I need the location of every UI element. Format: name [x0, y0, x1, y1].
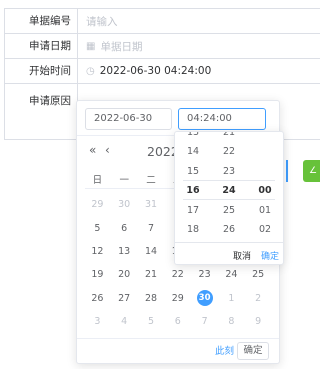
calendar-day[interactable]: 30: [111, 199, 138, 210]
apply-date-label: 申请日期: [4, 34, 78, 58]
doc-no-input[interactable]: 请输入: [78, 9, 320, 33]
calendar-day[interactable]: 8: [218, 316, 245, 327]
calendar-week: 19 20 21 22 23 24 25: [84, 263, 272, 286]
calendar-day[interactable]: 29: [84, 199, 111, 210]
calendar-day[interactable]: 14: [138, 246, 165, 257]
second-item[interactable]: [247, 132, 283, 142]
weekday: 日: [92, 175, 103, 186]
calendar-day[interactable]: 28: [138, 293, 165, 304]
picker-date-input[interactable]: 2022-06-30: [85, 108, 172, 130]
now-link[interactable]: 此刻: [215, 343, 234, 357]
minute-item-selected[interactable]: 24: [211, 181, 247, 200]
minute-item[interactable]: 23: [211, 162, 247, 181]
calendar-day[interactable]: 12: [84, 246, 111, 257]
hour-item[interactable]: 15: [175, 162, 211, 181]
picker-ok-button[interactable]: 确定: [237, 342, 269, 360]
calendar-day[interactable]: 5: [138, 316, 165, 327]
minute-item[interactable]: 25: [211, 201, 247, 220]
hour-column[interactable]: 13 14 15 16 17 18: [175, 132, 211, 235]
calendar-day[interactable]: 19: [84, 269, 111, 280]
calendar-day[interactable]: 20: [111, 269, 138, 280]
minute-item[interactable]: 22: [211, 142, 247, 161]
prev-month-icon[interactable]: ‹: [105, 143, 110, 157]
calendar-day[interactable]: 7: [138, 223, 165, 234]
calendar-day[interactable]: 3: [84, 316, 111, 327]
hour-item[interactable]: 17: [175, 201, 211, 220]
calendar-day[interactable]: 9: [245, 316, 272, 327]
spinner-selection-bottom: [183, 199, 275, 200]
spinner-footer-divider: [175, 242, 283, 243]
edit-icon: ∠: [308, 166, 318, 176]
form-row-doc-no: 单据编号 请输入: [4, 9, 320, 34]
hour-item[interactable]: 18: [175, 220, 211, 239]
calendar-week: 3 4 5 6 7 8 9: [84, 310, 272, 333]
second-item[interactable]: [247, 162, 283, 181]
second-item[interactable]: [247, 142, 283, 161]
start-time-input[interactable]: ◷ 2022-06-30 04:24:00: [78, 59, 320, 83]
calendar-day[interactable]: 1: [218, 293, 245, 304]
hour-item-selected[interactable]: 16: [175, 181, 211, 200]
start-time-label: 开始时间: [4, 59, 78, 83]
minute-column[interactable]: 21 22 23 24 25 26: [211, 132, 247, 235]
picker-time-input[interactable]: 04:24:00: [178, 108, 266, 130]
spinner-selection-top: [183, 180, 275, 181]
calendar-day[interactable]: 5: [84, 223, 111, 234]
doc-no-placeholder: 请输入: [86, 15, 118, 28]
calendar-day[interactable]: 6: [164, 316, 191, 327]
second-column[interactable]: 00 01 02: [247, 132, 283, 235]
minute-item[interactable]: 26: [211, 220, 247, 239]
picker-head-inputs: 2022-06-30 04:24:00: [85, 108, 271, 130]
picker-footer-divider: [77, 338, 279, 339]
form-row-apply-date: 申请日期 ▦ 单据日期: [4, 34, 320, 59]
calendar-day[interactable]: 26: [84, 293, 111, 304]
second-item[interactable]: 02: [247, 220, 283, 239]
calendar-week: 26 27 28 29 30 1 2: [84, 287, 272, 310]
prev-year-icon[interactable]: «: [89, 143, 96, 157]
calendar-day[interactable]: 13: [111, 246, 138, 257]
start-time-value: 2022-06-30 04:24:00: [99, 65, 212, 77]
calendar-day[interactable]: 29: [164, 293, 191, 304]
reason-label: 申请原因: [4, 84, 78, 139]
apply-date-input[interactable]: ▦ 单据日期: [78, 34, 320, 58]
clock-icon: ◷: [86, 65, 95, 77]
calendar-day[interactable]: 4: [111, 316, 138, 327]
form-row-start-time: 开始时间 ◷ 2022-06-30 04:24:00: [4, 59, 320, 84]
calendar-day-selected[interactable]: 30: [191, 290, 218, 307]
weekday: 二: [146, 175, 156, 186]
time-spinner-columns: 13 14 15 16 17 18 21 22 23 24 25 26 00 0…: [175, 132, 283, 242]
weekday: 一: [119, 175, 129, 186]
spinner-confirm-button[interactable]: 确定: [261, 249, 279, 262]
hour-item[interactable]: 13: [175, 132, 211, 142]
calendar-day[interactable]: 31: [138, 199, 165, 210]
minute-item[interactable]: 21: [211, 132, 247, 142]
apply-date-placeholder: 单据日期: [100, 40, 143, 53]
calendar-day[interactable]: 25: [245, 269, 272, 280]
spinner-cancel-button[interactable]: 取消: [233, 249, 251, 262]
calendar-day[interactable]: 7: [191, 316, 218, 327]
calendar-day[interactable]: 6: [111, 223, 138, 234]
hour-item[interactable]: 14: [175, 142, 211, 161]
second-item-selected[interactable]: 00: [247, 181, 283, 200]
selected-day-value: 30: [196, 290, 213, 307]
calendar-day[interactable]: 24: [218, 269, 245, 280]
calendar-day[interactable]: 27: [111, 293, 138, 304]
edit-button[interactable]: ∠: [303, 160, 320, 182]
calendar-icon: ▦: [86, 40, 96, 52]
time-spinner-panel: 13 14 15 16 17 18 21 22 23 24 25 26 00 0…: [174, 131, 284, 265]
focused-input-edge: [286, 160, 288, 182]
calendar-day[interactable]: 23: [191, 269, 218, 280]
doc-no-label: 单据编号: [4, 9, 78, 33]
calendar-day[interactable]: 2: [245, 293, 272, 304]
calendar-day[interactable]: 22: [164, 269, 191, 280]
calendar-day[interactable]: 21: [138, 269, 165, 280]
second-item[interactable]: 01: [247, 201, 283, 220]
